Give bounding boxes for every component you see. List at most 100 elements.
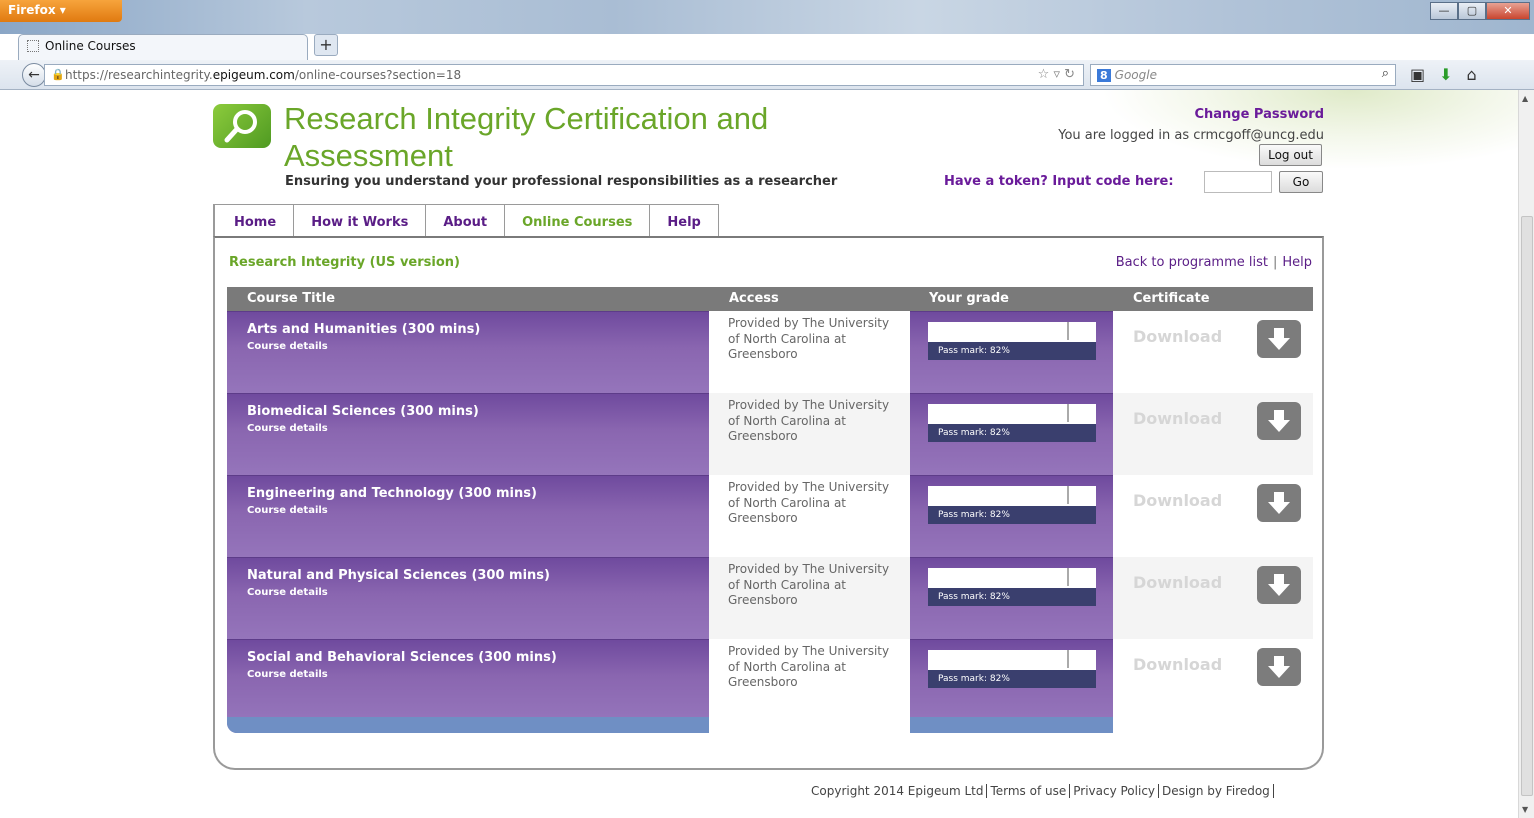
copyright-text: Copyright 2014 Epigeum Ltd — [811, 784, 988, 798]
pass-mark-marker — [1067, 322, 1069, 340]
pass-mark-label: Pass mark: 82% — [928, 424, 1096, 442]
course-details-link[interactable]: Course details — [247, 423, 689, 434]
grade-cell: Pass mark: 82% — [910, 557, 1113, 639]
bookmarks-icon[interactable]: ▣ — [1410, 65, 1439, 84]
table-row: Natural and Physical Sciences (300 mins)… — [227, 557, 1313, 639]
table-row: Arts and Humanities (300 mins) Course de… — [227, 311, 1313, 393]
certificate-cell: Download — [1113, 639, 1313, 721]
go-button[interactable]: Go — [1279, 171, 1323, 193]
design-credit-link[interactable]: Design by Firedog — [1159, 784, 1274, 798]
search-input[interactable]: 8 Google ⌕ — [1090, 64, 1396, 86]
grade-progress-bar: Pass mark: 82% — [928, 486, 1096, 524]
site-title[interactable]: Research Integrity Certification and Ass… — [284, 100, 904, 174]
tab-home[interactable]: Home — [213, 204, 295, 238]
back-arrow-icon[interactable]: ← — [22, 63, 46, 87]
course-title-link[interactable]: Engineering and Technology (300 mins) — [247, 486, 689, 501]
download-label: Download — [1133, 491, 1223, 510]
download-icon — [1257, 320, 1301, 358]
table-row: Engineering and Technology (300 mins) Co… — [227, 475, 1313, 557]
back-to-programme-link[interactable]: Back to programme list — [1116, 255, 1268, 270]
maximize-icon[interactable]: ▢ — [1458, 2, 1486, 20]
pass-mark-marker — [1067, 404, 1069, 422]
scrollbar-thumb[interactable] — [1521, 216, 1533, 796]
scroll-up-icon[interactable]: ▲ — [1522, 94, 1528, 103]
table-row: Social and Behavioral Sciences (300 mins… — [227, 639, 1313, 721]
pass-mark-label: Pass mark: 82% — [928, 506, 1096, 524]
download-label: Download — [1133, 327, 1223, 346]
new-tab-button[interactable]: + — [314, 34, 338, 56]
pass-mark-label: Pass mark: 82% — [928, 588, 1096, 606]
minimize-icon[interactable]: — — [1430, 2, 1458, 20]
scroll-down-icon[interactable]: ▼ — [1522, 805, 1528, 814]
course-details-link[interactable]: Course details — [247, 587, 689, 598]
firefox-menu-button[interactable]: Firefox ▾ — [0, 0, 122, 22]
navigation-bar: ← 🔒 https://researchintegrity.epigeum.co… — [0, 60, 1534, 90]
site-tagline: Ensuring you understand your professiona… — [285, 174, 838, 189]
page-scrollbar[interactable]: ▲ ▼ — [1518, 90, 1534, 818]
course-title-link[interactable]: Arts and Humanities (300 mins) — [247, 322, 689, 337]
privacy-link[interactable]: Privacy Policy — [1070, 784, 1160, 798]
download-icon — [1257, 484, 1301, 522]
terms-link[interactable]: Terms of use — [987, 784, 1071, 798]
course-title-cell: Social and Behavioral Sciences (300 mins… — [227, 639, 709, 721]
tab-how-it-works[interactable]: How it Works — [294, 204, 427, 238]
change-password-link[interactable]: Change Password — [1194, 107, 1324, 122]
download-arrow-icon[interactable]: ⬇ — [1439, 65, 1466, 84]
header-certificate: Certificate — [1133, 291, 1210, 306]
certificate-cell: Download — [1113, 311, 1313, 393]
toolbar-icons: ▣⬇⌂ — [1410, 65, 1491, 84]
course-title-cell: Biomedical Sciences (300 mins) Course de… — [227, 393, 709, 475]
magnifier-icon — [224, 110, 257, 143]
browser-tab[interactable]: Online Courses — [18, 34, 308, 60]
search-placeholder: Google — [1114, 68, 1157, 82]
help-link[interactable]: Help — [1282, 255, 1312, 270]
grade-progress-bar: Pass mark: 82% — [928, 322, 1096, 360]
course-title-link[interactable]: Natural and Physical Sciences (300 mins) — [247, 568, 689, 583]
certificate-cell: Download — [1113, 393, 1313, 475]
page-footer: Copyright 2014 Epigeum Ltd Terms of use Pr… — [811, 784, 1274, 798]
grade-progress-bar: Pass mark: 82% — [928, 650, 1096, 688]
header-access: Access — [729, 291, 779, 306]
access-cell: Provided by The University of North Caro… — [709, 393, 910, 475]
course-details-link[interactable]: Course details — [247, 505, 689, 516]
course-title-link[interactable]: Biomedical Sciences (300 mins) — [247, 404, 689, 419]
grade-cell: Pass mark: 82% — [910, 639, 1113, 721]
download-label: Download — [1133, 655, 1223, 674]
window-controls: — ▢ ✕ — [1430, 2, 1530, 20]
course-title-link[interactable]: Social and Behavioral Sciences (300 mins… — [247, 650, 689, 665]
tab-online-courses[interactable]: Online Courses — [505, 204, 651, 238]
token-label: Have a token? Input code here: — [944, 174, 1174, 189]
tab-about[interactable]: About — [426, 204, 506, 238]
search-engine-icon[interactable]: 8 — [1097, 69, 1111, 82]
token-input[interactable] — [1204, 171, 1272, 193]
logout-button[interactable]: Log out — [1259, 144, 1322, 166]
course-details-link[interactable]: Course details — [247, 669, 689, 680]
download-icon — [1257, 648, 1301, 686]
pass-mark-marker — [1067, 486, 1069, 504]
close-icon[interactable]: ✕ — [1486, 2, 1530, 20]
certificate-cell: Download — [1113, 557, 1313, 639]
course-title-cell: Arts and Humanities (300 mins) Course de… — [227, 311, 709, 393]
course-details-link[interactable]: Course details — [247, 341, 689, 352]
bookmark-star-icon[interactable]: ☆ ▿ ↻ — [1038, 67, 1075, 82]
header-grade: Your grade — [929, 291, 1009, 306]
header-course-title: Course Title — [247, 291, 336, 306]
search-icon[interactable]: ⌕ — [1382, 66, 1389, 81]
grade-progress-bar: Pass mark: 82% — [928, 568, 1096, 606]
table-header: Course Title Access Your grade Certifica… — [227, 287, 1313, 311]
url-prefix: https://researchintegrity. — [65, 68, 213, 82]
table-footer-bar — [227, 717, 709, 733]
address-bar[interactable]: 🔒 https://researchintegrity.epigeum.com/… — [44, 64, 1084, 86]
programme-title: Research Integrity (US version) — [229, 255, 460, 270]
site-logo[interactable] — [213, 104, 271, 148]
certificate-cell: Download — [1113, 475, 1313, 557]
download-label: Download — [1133, 409, 1223, 428]
course-title-cell: Natural and Physical Sciences (300 mins)… — [227, 557, 709, 639]
url-domain: epigeum.com — [212, 68, 295, 82]
pass-mark-label: Pass mark: 82% — [928, 342, 1096, 360]
pass-mark-label: Pass mark: 82% — [928, 670, 1096, 688]
link-separator: | — [1272, 255, 1278, 270]
browser-tab-title: Online Courses — [45, 39, 136, 53]
tab-help[interactable]: Help — [650, 204, 719, 238]
home-icon[interactable]: ⌂ — [1467, 65, 1491, 84]
